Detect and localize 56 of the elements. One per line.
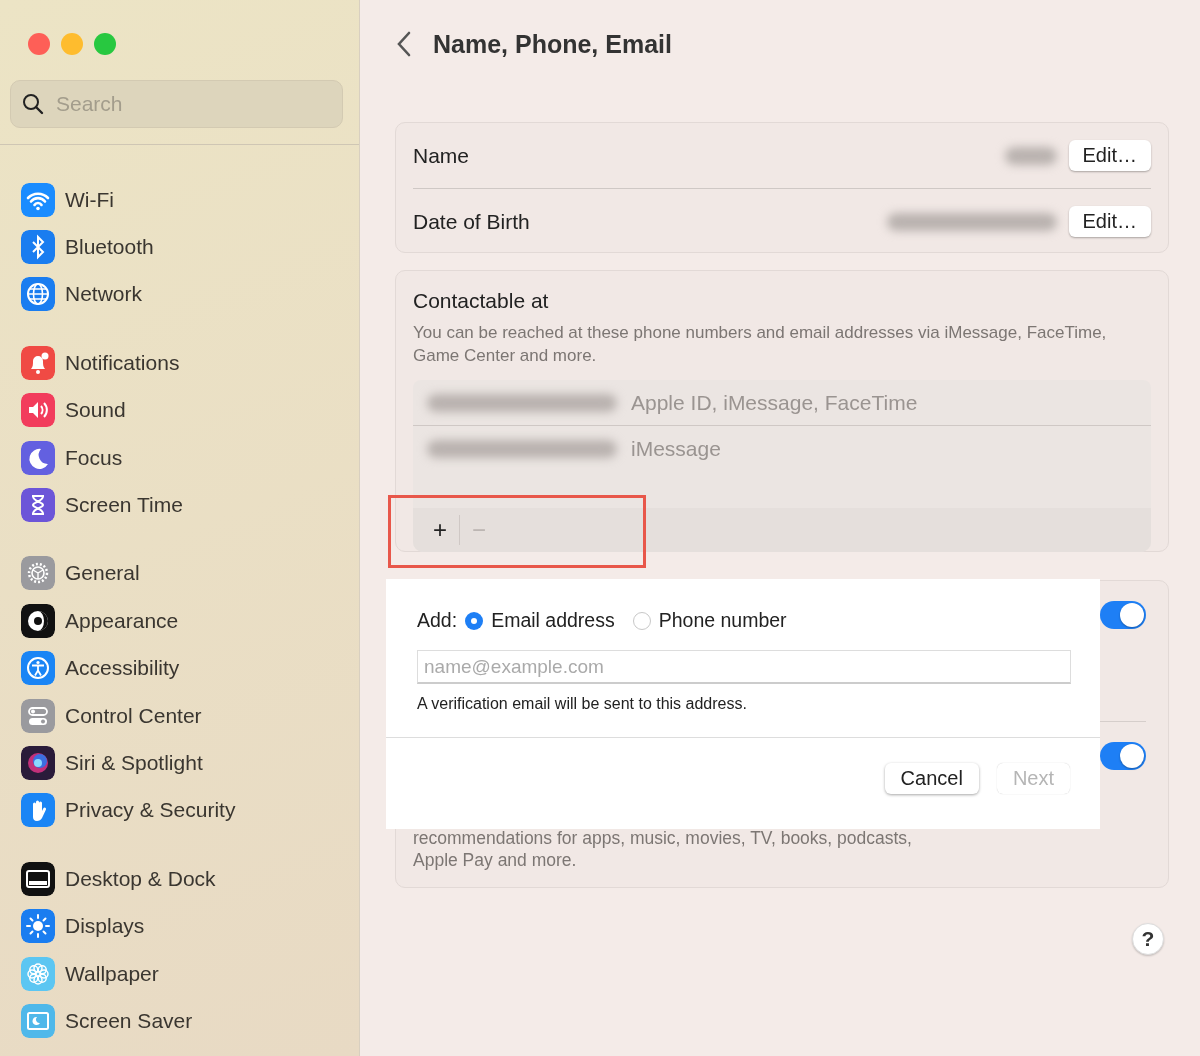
accessibility-icon xyxy=(21,651,55,686)
switches-icon xyxy=(21,698,55,733)
sidebar-item[interactable]: Appearance xyxy=(65,608,179,633)
hand-icon xyxy=(21,793,55,828)
email-field[interactable]: name@example.com xyxy=(417,650,1071,684)
section-title: Contactable at xyxy=(413,289,550,313)
globe-icon xyxy=(21,277,55,312)
flower-icon xyxy=(21,956,55,991)
radio-option[interactable]: Email address xyxy=(465,609,615,632)
add-label: Add: xyxy=(417,609,458,632)
edit-button[interactable]: Edit… xyxy=(1068,206,1151,237)
sidebar-item[interactable]: General xyxy=(65,561,140,586)
row-label: Date of Birth xyxy=(413,209,531,234)
help-button[interactable]: ? xyxy=(1132,923,1164,955)
search-field[interactable]: Search xyxy=(10,80,343,128)
hourglass-icon xyxy=(21,488,55,523)
section-description: You can be reached at these phone numbers and email addresses via iMessage, FaceTime, Game Center and more. xyxy=(413,322,1108,367)
close-button[interactable] xyxy=(28,33,50,55)
setting-description: recommendations for apps, music, movies, TV, books, podcasts, Apple Pay and more. xyxy=(413,827,913,872)
sidebar-item[interactable]: Accessibility xyxy=(65,656,180,681)
hint-text: A verification email will be sent to this address. xyxy=(417,695,748,713)
sidebar-item[interactable]: Desktop & Dock xyxy=(65,866,216,891)
moon-icon xyxy=(21,440,55,475)
sidebar-item[interactable]: Displays xyxy=(65,914,145,939)
sidebar-item[interactable]: Wallpaper xyxy=(65,961,159,986)
row-label: Name xyxy=(413,143,471,168)
orb-icon xyxy=(21,746,55,780)
sidebar-item[interactable]: Focus xyxy=(65,445,123,470)
sidebar-item[interactable]: Screen Time xyxy=(65,493,183,518)
sidebar-item[interactable]: Notifications xyxy=(65,350,180,375)
radio-option[interactable]: Phone number xyxy=(632,609,787,632)
gear-icon xyxy=(21,556,55,591)
back-button[interactable] xyxy=(395,30,413,58)
sidebar-item[interactable]: Control Center xyxy=(65,703,202,728)
sidebar-item[interactable]: Privacy & Security xyxy=(65,798,236,823)
sidebar-item[interactable]: Network xyxy=(65,282,143,307)
add-button[interactable]: + xyxy=(421,512,459,548)
sidebar-item[interactable]: Bluetooth xyxy=(65,235,154,260)
bell-icon xyxy=(21,345,55,380)
dialog-button[interactable]: Cancel xyxy=(884,763,979,794)
wifi-icon xyxy=(21,182,55,217)
sidebar-item[interactable]: Wi-Fi xyxy=(65,187,114,212)
toggle-switch[interactable] xyxy=(1100,601,1146,629)
dock-icon xyxy=(21,861,55,896)
bluetooth-icon xyxy=(21,230,55,265)
sidebar-item[interactable]: Screen Saver xyxy=(65,1008,193,1033)
blurred-value xyxy=(1004,146,1057,165)
screen-moon-icon xyxy=(21,1003,55,1038)
sidebar-item[interactable]: Siri & Spotlight xyxy=(65,751,203,775)
sidebar-item[interactable]: Sound xyxy=(65,398,126,423)
sun-icon xyxy=(21,909,55,944)
contrast-icon xyxy=(21,603,55,638)
page-title: Name, Phone, Email xyxy=(433,29,672,59)
toggle-switch[interactable] xyxy=(1100,742,1146,770)
speaker-icon xyxy=(21,393,55,428)
edit-button[interactable]: Edit… xyxy=(1068,140,1151,171)
